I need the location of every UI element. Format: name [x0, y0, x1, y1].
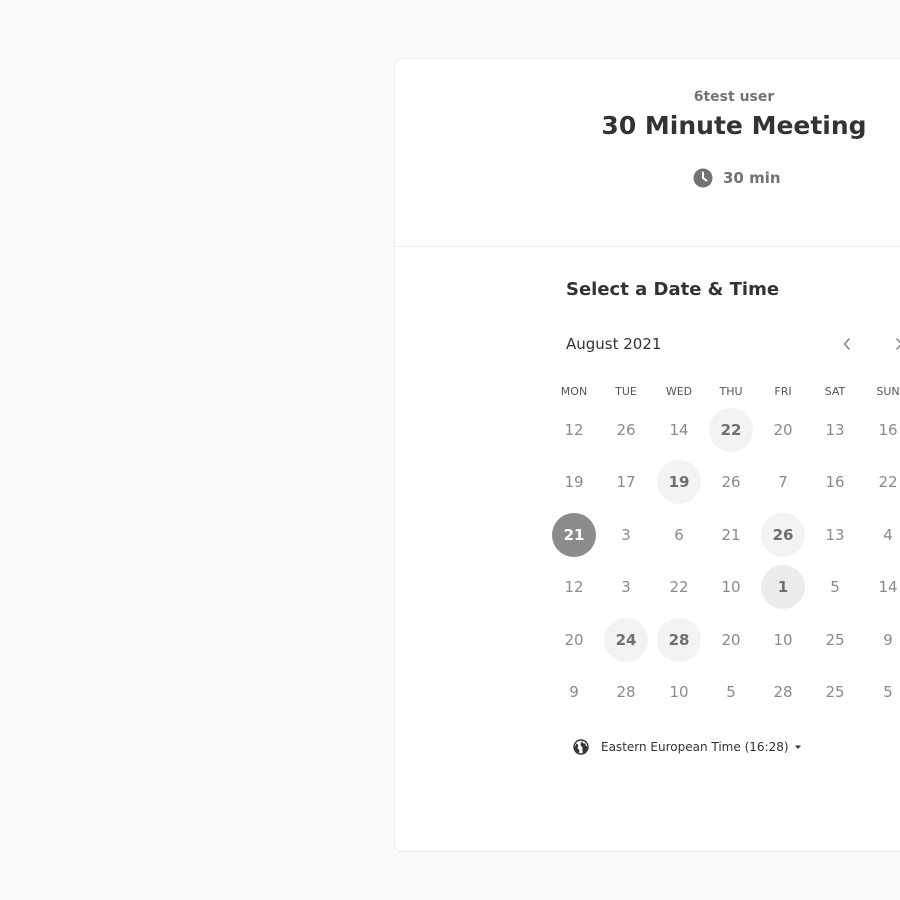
calendar-day-available[interactable]: 24 — [604, 618, 648, 662]
calendar-day: 25 — [825, 631, 845, 649]
calendar-day: 9 — [883, 631, 893, 649]
host-name: 6test user — [693, 89, 775, 105]
calendar-day: 21 — [721, 526, 741, 544]
calendar-day: 26 — [721, 473, 741, 491]
calendar-day: 12 — [564, 421, 584, 439]
duration-label: 30 min — [723, 169, 781, 187]
calendar-day-selected[interactable]: 21 — [552, 513, 596, 557]
event-duration: 30 min — [693, 167, 781, 189]
calendar-day: 22 — [669, 578, 689, 596]
weekday-label: FRI — [774, 385, 792, 398]
calendar-day: 26 — [616, 421, 636, 439]
calendar-day: 22 — [878, 473, 898, 491]
calendar-day: 19 — [564, 473, 584, 491]
calendar-day: 20 — [564, 631, 584, 649]
calendar-day: 25 — [825, 683, 845, 701]
timezone-label: Eastern European Time (16:28) — [601, 740, 789, 754]
weekday-label: THU — [719, 385, 743, 398]
calendar-day: 16 — [825, 473, 845, 491]
calendar-day-available[interactable]: 28 — [657, 618, 701, 662]
calendar-day: 28 — [616, 683, 636, 701]
weekday-label: WED — [665, 385, 693, 398]
calendar-day: 3 — [621, 526, 631, 544]
calendar-day: 5 — [883, 683, 893, 701]
calendar-day: 6 — [674, 526, 684, 544]
event-header: 6test user 30 Minute Meeting 30 min — [395, 59, 900, 247]
next-month-button[interactable] — [888, 333, 900, 355]
calendar-day: 20 — [721, 631, 741, 649]
weekday-label: TUE — [615, 385, 637, 398]
calendar-day: 10 — [773, 631, 793, 649]
month-label: August 2021 — [566, 335, 662, 353]
weekday-label: MON — [560, 385, 588, 398]
calendar-day-available[interactable]: 19 — [657, 460, 701, 504]
calendar-day: 13 — [825, 421, 845, 439]
calendar-day: 20 — [773, 421, 793, 439]
calendar-day: 16 — [878, 421, 898, 439]
calendar-day: 5 — [726, 683, 736, 701]
calendar-day: 10 — [721, 578, 741, 596]
calendar-day: 13 — [825, 526, 845, 544]
calendar-day: 3 — [621, 578, 631, 596]
clock-icon — [693, 168, 713, 188]
chevron-right-icon — [895, 337, 900, 351]
calendar-day-available[interactable]: 1 — [761, 565, 805, 609]
caret-down-icon — [794, 745, 801, 749]
timezone-selector[interactable]: Eastern European Time (16:28) — [573, 737, 802, 757]
calendar-day-available[interactable]: 26 — [761, 513, 805, 557]
calendar-day: 4 — [883, 526, 893, 544]
calendar-day: 28 — [773, 683, 793, 701]
booking-card: 6test user 30 Minute Meeting 30 min Sele… — [394, 58, 900, 852]
calendar-day: 10 — [669, 683, 689, 701]
event-title: 30 Minute Meeting — [601, 111, 867, 140]
calendar-day: 9 — [569, 683, 579, 701]
calendar-day: 14 — [878, 578, 898, 596]
calendar-day-available[interactable]: 22 — [709, 408, 753, 452]
weekday-label: SAT — [824, 385, 846, 398]
calendar-day: 5 — [830, 578, 840, 596]
calendar-day: 12 — [564, 578, 584, 596]
select-date-time-heading: Select a Date & Time — [566, 279, 780, 300]
calendar-day: 7 — [778, 473, 788, 491]
chevron-left-icon — [843, 337, 851, 351]
calendar-day: 14 — [669, 421, 689, 439]
weekday-label: SUN — [876, 385, 900, 398]
previous-month-button[interactable] — [836, 333, 858, 355]
calendar-day: 17 — [616, 473, 636, 491]
globe-icon — [573, 739, 589, 755]
